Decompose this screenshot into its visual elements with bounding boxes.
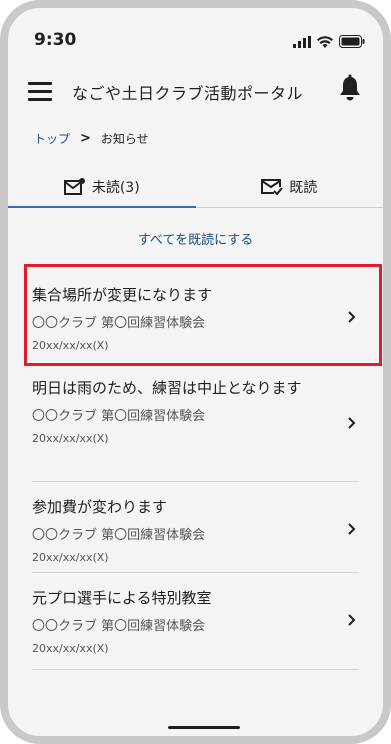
tab-active-indicator — [8, 206, 196, 208]
notice-date: 20xx/xx/xx(X) — [32, 432, 109, 445]
app-bar: なごや土日クラブ活動ポータル — [8, 64, 383, 118]
chevron-right-icon — [348, 311, 356, 323]
home-indicator — [168, 726, 240, 729]
mail-check-icon — [261, 179, 284, 196]
notice-list: 集合場所が変更になります 〇〇クラブ 第〇回練習体験会 20xx/xx/xx(X… — [8, 264, 383, 670]
mark-all-read-button[interactable]: すべてを既読にする — [8, 229, 383, 248]
notice-item-4[interactable]: 元プロ選手による特別教室 〇〇クラブ 第〇回練習体験会 20xx/xx/xx(X… — [32, 573, 359, 670]
signal-icon — [293, 35, 311, 48]
notice-item-3[interactable]: 参加費が変わります 〇〇クラブ 第〇回練習体験会 20xx/xx/xx(X) — [32, 482, 359, 573]
chevron-right-icon — [348, 417, 356, 429]
status-time: 9:30 — [34, 30, 77, 50]
notice-date: 20xx/xx/xx(X) — [32, 551, 109, 564]
notice-club: 〇〇クラブ 第〇回練習体験会 — [32, 528, 206, 543]
breadcrumb-separator: > — [80, 131, 91, 146]
notice-item-1[interactable]: 集合場所が変更になります 〇〇クラブ 第〇回練習体験会 20xx/xx/xx(X… — [32, 264, 359, 365]
status-bar: 9:30 — [8, 8, 383, 64]
breadcrumb: トップ > お知らせ — [34, 130, 149, 147]
wifi-icon — [317, 35, 333, 48]
notice-date: 20xx/xx/xx(X) — [32, 642, 109, 655]
hamburger-menu-icon[interactable] — [28, 82, 52, 101]
app-title: なごや土日クラブ活動ポータル — [72, 84, 304, 103]
breadcrumb-current: お知らせ — [100, 132, 149, 146]
notice-club: 〇〇クラブ 第〇回練習体験会 — [32, 316, 206, 331]
notice-title: 元プロ選手による特別教室 — [32, 589, 212, 607]
notice-title: 集合場所が変更になります — [32, 286, 213, 304]
mail-unread-icon — [63, 178, 85, 195]
notice-date: 20xx/xx/xx(X) — [32, 339, 109, 352]
status-icons — [293, 35, 365, 48]
bell-icon[interactable] — [339, 74, 361, 102]
battery-icon — [339, 35, 365, 48]
notice-title: 参加費が変わります — [32, 498, 168, 516]
breadcrumb-home-link[interactable]: トップ — [34, 130, 70, 147]
phone-frame: 9:30 なごや土日クラブ活動ポータル トップ > お知らせ 未読(3) 既読 … — [0, 0, 391, 744]
chevron-right-icon — [348, 523, 356, 535]
tab-bar: 未読(3) 既読 — [8, 168, 383, 208]
notice-club: 〇〇クラブ 第〇回練習体験会 — [32, 409, 206, 424]
notice-title: 明日は雨のため、練習は中止となります — [32, 379, 302, 397]
tab-unread[interactable]: 未読(3) — [8, 168, 196, 206]
tab-unread-label: 未読(3) — [91, 180, 140, 196]
notice-item-2[interactable]: 明日は雨のため、練習は中止となります 〇〇クラブ 第〇回練習体験会 20xx/x… — [32, 365, 359, 482]
notice-club: 〇〇クラブ 第〇回練習体験会 — [32, 619, 206, 634]
tab-read[interactable]: 既読 — [196, 168, 384, 206]
chevron-right-icon — [348, 614, 356, 626]
tab-read-label: 既読 — [289, 180, 318, 196]
